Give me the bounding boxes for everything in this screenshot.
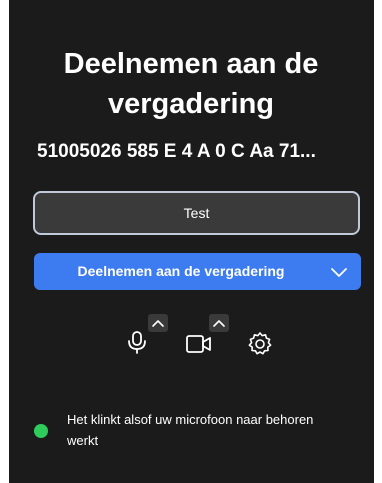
chevron-down-icon[interactable] bbox=[330, 263, 348, 281]
gear-icon[interactable] bbox=[246, 330, 274, 358]
page-title: Deelnemen aan de vergadering bbox=[63, 48, 319, 120]
join-button-label: Deelnemen aan de vergadering bbox=[77, 263, 285, 279]
microphone-status-text: Het klinkt alsof uw microfoon naar behor… bbox=[67, 412, 314, 448]
microphone-icon[interactable] bbox=[123, 328, 151, 356]
join-button[interactable]: Deelnemen aan de vergadering bbox=[34, 253, 361, 290]
camera-icon[interactable] bbox=[185, 330, 213, 358]
status-indicator bbox=[34, 424, 48, 438]
microphone-options-button[interactable] bbox=[148, 314, 168, 332]
chevron-up-icon bbox=[213, 320, 225, 327]
chevron-up-icon bbox=[152, 320, 164, 327]
name-input[interactable] bbox=[33, 191, 360, 235]
meeting-id: 51005026 585 E 4 A 0 C Aa 71... bbox=[37, 141, 316, 162]
